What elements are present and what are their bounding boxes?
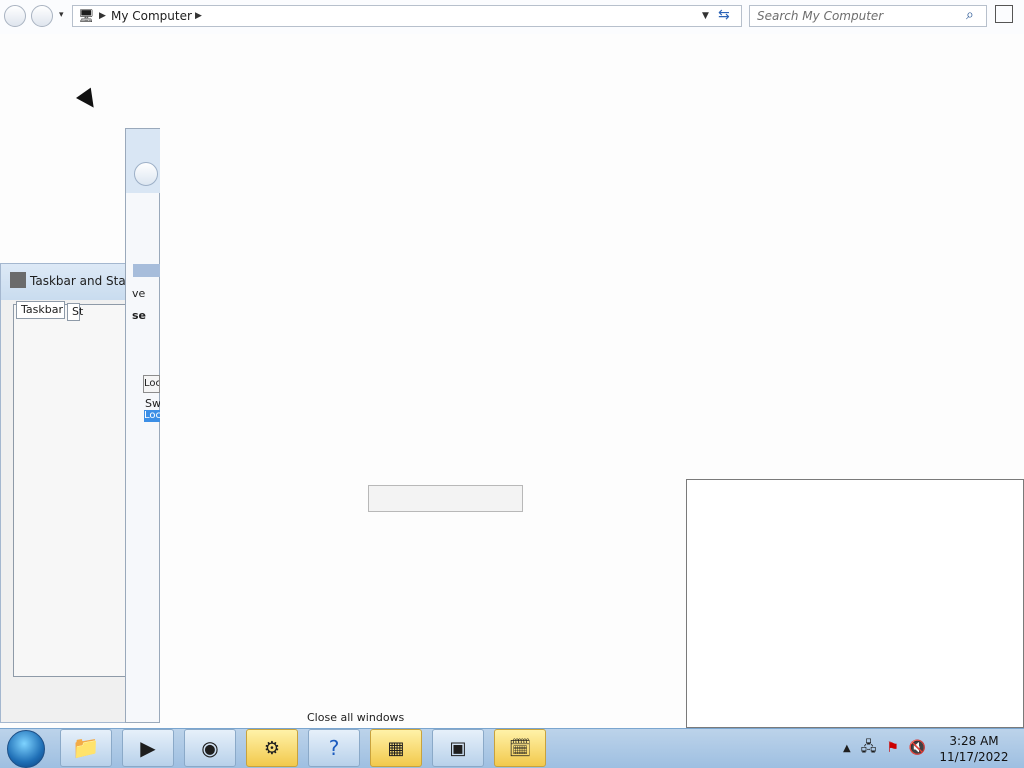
mouse-cursor-icon xyxy=(76,87,102,113)
help-icon: ? xyxy=(328,736,340,760)
background-progress-strip xyxy=(133,264,160,277)
recent-pages-chevron-icon[interactable]: ▾ xyxy=(59,10,64,20)
computer-icon: ▣ xyxy=(449,737,467,759)
dialog-title: Taskbar and Start xyxy=(30,274,136,288)
background-text-1: ve xyxy=(132,287,146,300)
control-task-button[interactable]: ⚙ xyxy=(246,729,298,767)
search-placeholder: Search My Computer xyxy=(757,9,884,23)
control-panel-icon: ⚙ xyxy=(263,737,281,759)
explorer-task-button[interactable]: 📁 xyxy=(60,729,112,767)
start-button[interactable] xyxy=(7,730,45,768)
breadcrumb-arrow-icon: ▶ xyxy=(195,11,202,21)
breadcrumb-arrow-icon: ▶ xyxy=(99,11,106,21)
layout-icon[interactable] xyxy=(995,5,1013,23)
network-icon[interactable]: 🖧 xyxy=(861,736,877,760)
background-window xyxy=(125,128,161,723)
computer-task-button[interactable]: ▣ xyxy=(432,729,484,767)
address-dropdown-icon[interactable]: ▼ xyxy=(702,11,709,21)
calculator-task-button[interactable]: ▦ xyxy=(370,729,422,767)
folder-icon: 📁 xyxy=(72,735,100,761)
close-all-windows-label: Close all windows xyxy=(307,711,405,724)
tab-start-menu[interactable]: St xyxy=(67,303,83,321)
system-tray: ▲ 🖧 ⚑ 🔇 xyxy=(843,736,926,760)
chrome-icon: ◉ xyxy=(201,736,219,760)
background-text-3: Sw xyxy=(145,397,161,410)
background-back-button[interactable] xyxy=(134,162,158,186)
tab-taskbar[interactable]: Taskbar xyxy=(16,301,65,319)
blank-window xyxy=(686,479,1024,728)
search-input[interactable]: Search My Computer ⌕ xyxy=(749,5,987,27)
address-bar[interactable]: 🖥 ▶ My Computer ▶ ▼ ⇆ xyxy=(72,5,742,27)
calculator-icon: ▦ xyxy=(387,737,405,759)
computer-icon: 🖥 xyxy=(78,9,95,24)
scheduler-task-button[interactable]: 🗓 xyxy=(494,729,546,767)
background-text-2: se xyxy=(132,309,147,322)
tab-panel xyxy=(13,304,126,677)
media-task-button[interactable]: ▶ xyxy=(122,729,174,767)
search-icon[interactable]: ⌕ xyxy=(966,7,974,23)
clock-time: 3:28 AM xyxy=(949,734,999,748)
volume-muted-icon[interactable]: 🔇 xyxy=(909,740,926,756)
taskbar-clock[interactable]: 3:28 AM 11/17/2022 xyxy=(934,733,1014,765)
forward-button[interactable] xyxy=(31,5,53,27)
chrome-task-button[interactable]: ◉ xyxy=(184,729,236,767)
address-root[interactable]: My Computer xyxy=(111,9,192,23)
background-selected-item[interactable]: Loc xyxy=(144,410,160,422)
help-task-button[interactable]: ? xyxy=(308,729,360,767)
show-hidden-icons-icon[interactable]: ▲ xyxy=(843,743,851,754)
empty-input-field[interactable] xyxy=(368,485,523,512)
action-center-icon[interactable]: ⚑ xyxy=(886,740,899,756)
refresh-icon[interactable]: ⇆ xyxy=(718,7,730,23)
background-button[interactable]: Loc xyxy=(143,375,160,393)
calendar-clock-icon: 🗓 xyxy=(508,737,532,759)
clock-date: 11/17/2022 xyxy=(939,750,1009,764)
taskbar-properties-icon xyxy=(10,272,26,288)
media-player-icon: ▶ xyxy=(140,736,156,760)
back-button[interactable] xyxy=(4,5,26,27)
